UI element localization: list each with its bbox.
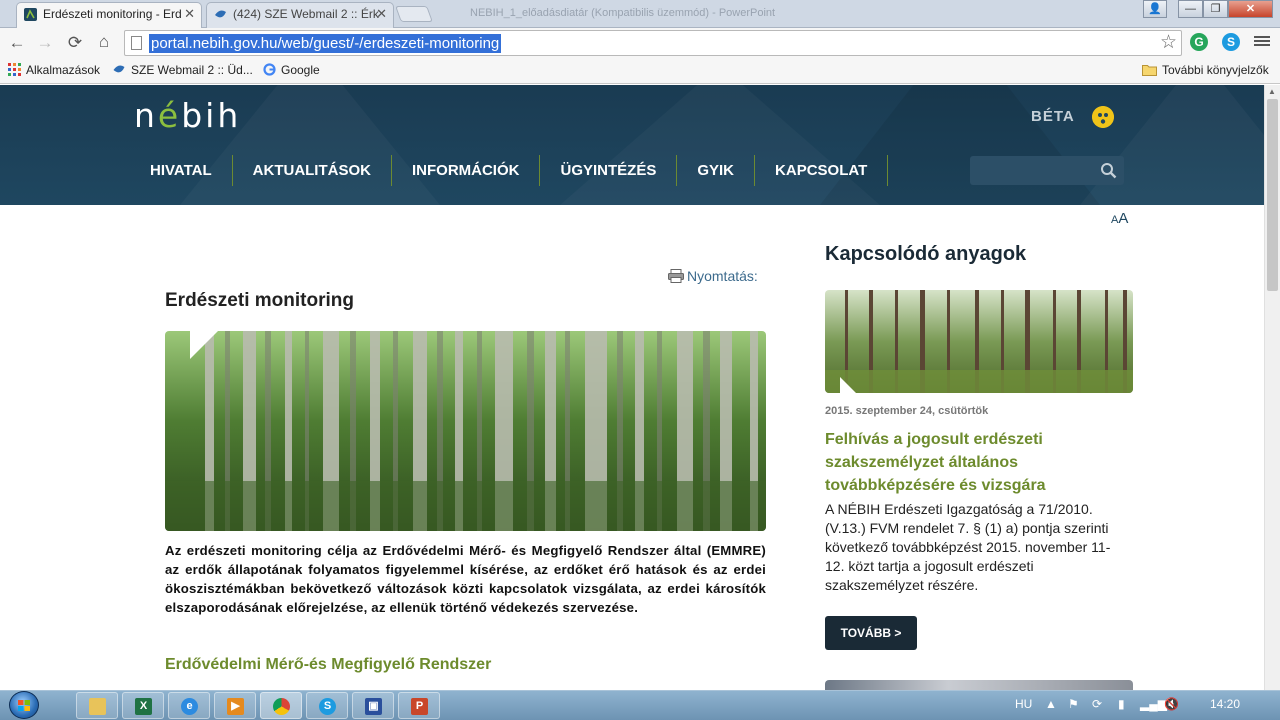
taskbar-explorer[interactable] — [76, 692, 118, 719]
taskbar-save[interactable]: ▣ — [352, 692, 394, 719]
network-icon[interactable]: ▂▄▆ — [1140, 697, 1167, 711]
bookmarks-bar: Alkalmazások SZE Webmail 2 :: Üd... Goog… — [0, 58, 1280, 84]
bookmark-label: SZE Webmail 2 :: Üd... — [131, 63, 253, 77]
tab-title: (424) SZE Webmail 2 :: Érk — [233, 7, 379, 21]
nav-gyik[interactable]: GYIK — [677, 155, 756, 186]
user-icon[interactable]: 👤 — [1143, 0, 1167, 18]
bookmark-google[interactable]: Google — [263, 63, 320, 77]
nav-informaciok[interactable]: INFORMÁCIÓK — [392, 155, 541, 186]
webmail-icon — [113, 65, 125, 73]
webmail-icon — [215, 10, 226, 18]
tab-strip: Erdészeti monitoring - Erd ✕ (424) SZE W… — [0, 0, 1280, 28]
page-scrollbar[interactable]: ▲ — [1264, 85, 1280, 690]
bookmark-star-icon[interactable]: ☆ — [1160, 31, 1177, 55]
address-bar[interactable]: portal.nebih.gov.hu/web/guest/-/erdeszet… — [124, 30, 1182, 56]
page-title: Erdészeti monitoring — [165, 290, 354, 311]
minimize-button[interactable]: — — [1178, 0, 1203, 18]
ie-icon: e — [181, 698, 198, 715]
bookmarks-folder-other[interactable]: További könyvjelzők — [1142, 63, 1269, 77]
excel-icon: X — [135, 698, 152, 715]
clock[interactable]: 14:20 — [1210, 697, 1240, 711]
bookmark-label: Alkalmazások — [26, 63, 101, 77]
url-text[interactable]: portal.nebih.gov.hu/web/guest/-/erdeszet… — [149, 34, 502, 53]
action-center-icon[interactable]: ⚑ — [1068, 697, 1079, 711]
main-navigation: HIVATAL AKTUALITÁSOK INFORMÁCIÓK ÜGYINTÉ… — [130, 155, 889, 186]
read-more-button[interactable]: TOVÁBB > — [825, 616, 917, 650]
browser-menu-icon[interactable] — [1254, 34, 1270, 48]
taskbar-skype[interactable]: S — [306, 692, 348, 719]
bookmark-label: További könyvjelzők — [1162, 63, 1269, 77]
sync-icon[interactable]: ⟳ — [1092, 697, 1102, 711]
article-intro: Az erdészeti monitoring célja az Erdővéd… — [165, 543, 766, 615]
feedback-smiley-icon[interactable] — [1092, 106, 1114, 128]
bookmark-apps[interactable]: Alkalmazások — [8, 63, 100, 77]
tab-webmail[interactable]: (424) SZE Webmail 2 :: Érk ✕ — [206, 2, 394, 28]
print-link[interactable]: Nyomtatás: — [668, 268, 758, 284]
second-news-thumbnail[interactable] — [825, 680, 1133, 690]
scrollbar-thumb[interactable] — [1267, 99, 1278, 291]
taskbar-chrome[interactable] — [260, 692, 302, 719]
taskbar-powerpoint[interactable]: P — [398, 692, 440, 719]
bookmark-webmail[interactable]: SZE Webmail 2 :: Üd... — [112, 63, 253, 77]
taskbar-ie[interactable]: e — [168, 692, 210, 719]
chrome-icon — [273, 698, 290, 715]
volume-muted-icon[interactable]: 🔇 — [1164, 697, 1179, 711]
search-icon[interactable] — [1100, 162, 1117, 179]
window-title: NEBIH_1_előadásdiatár (Kompatibilis üzem… — [470, 7, 776, 19]
nav-hivatal[interactable]: HIVATAL — [130, 155, 233, 186]
reload-button[interactable]: ⟳ — [65, 33, 85, 53]
nav-kapcsolat[interactable]: KAPCSOLAT — [755, 155, 889, 186]
close-window-button[interactable]: ✕ — [1228, 0, 1273, 18]
taskbar-excel[interactable]: X — [122, 692, 164, 719]
start-button[interactable] — [9, 691, 39, 719]
google-icon — [263, 63, 276, 76]
scroll-up-icon[interactable]: ▲ — [1268, 87, 1276, 96]
news-date: 2015. szeptember 24, csütörtök — [825, 405, 989, 417]
tab-close-icon[interactable]: ✕ — [376, 3, 387, 25]
forest-hero-image — [165, 331, 766, 531]
grammarly-extension-icon[interactable]: G — [1190, 33, 1208, 51]
nav-aktualitasok[interactable]: AKTUALITÁSOK — [233, 155, 392, 186]
powerpoint-icon: P — [411, 698, 428, 715]
news-thumbnail-image[interactable] — [825, 290, 1133, 393]
new-tab-button[interactable] — [395, 6, 433, 22]
folder-icon — [1142, 65, 1157, 76]
site-search-input[interactable] — [970, 156, 1124, 185]
section-heading: Erdővédelmi Mérő-és Megfigyelő Rendszer — [165, 656, 492, 673]
printer-icon — [668, 269, 684, 283]
beta-label: BÉTA — [1031, 108, 1075, 125]
media-player-icon: ▶ — [227, 698, 244, 715]
explorer-icon — [89, 698, 106, 715]
save-icon: ▣ — [365, 698, 382, 715]
tab-erdeszeti-monitoring[interactable]: Erdészeti monitoring - Erd ✕ — [16, 2, 202, 28]
taskbar-media-player[interactable]: ▶ — [214, 692, 256, 719]
news-title-link[interactable]: Felhívás a jogosult erdészeti szakszemél… — [825, 428, 1125, 497]
windows-logo-icon — [18, 700, 30, 711]
nebih-logo[interactable]: nébih — [134, 96, 241, 135]
tab-close-icon[interactable]: ✕ — [184, 3, 195, 25]
battery-icon[interactable]: ▮ — [1118, 697, 1125, 711]
nebih-favicon-icon — [24, 8, 37, 21]
bookmark-label: Google — [281, 63, 320, 77]
related-materials-title: Kapcsolódó anyagok — [825, 243, 1027, 265]
show-hidden-icons-icon[interactable]: ▲ — [1045, 697, 1057, 711]
page-icon — [131, 36, 142, 50]
news-body: A NÉBIH Erdészeti Igazgatóság a 71/2010.… — [825, 501, 1111, 593]
print-label: Nyomtatás: — [687, 268, 758, 284]
tab-title: Erdészeti monitoring - Erd — [43, 7, 182, 21]
back-button[interactable]: ← — [7, 33, 27, 53]
font-size-toggle[interactable]: AA — [1111, 210, 1128, 227]
skype-extension-icon[interactable]: S — [1222, 33, 1240, 51]
forward-button[interactable]: → — [35, 33, 55, 53]
language-indicator[interactable]: HU — [1015, 697, 1032, 711]
nav-ugyintezes[interactable]: ÜGYINTÉZÉS — [540, 155, 678, 186]
maximize-button[interactable]: ❐ — [1203, 0, 1228, 18]
apps-grid-icon — [8, 63, 21, 76]
skype-icon: S — [319, 698, 336, 715]
home-button[interactable]: ⌂ — [94, 32, 114, 52]
